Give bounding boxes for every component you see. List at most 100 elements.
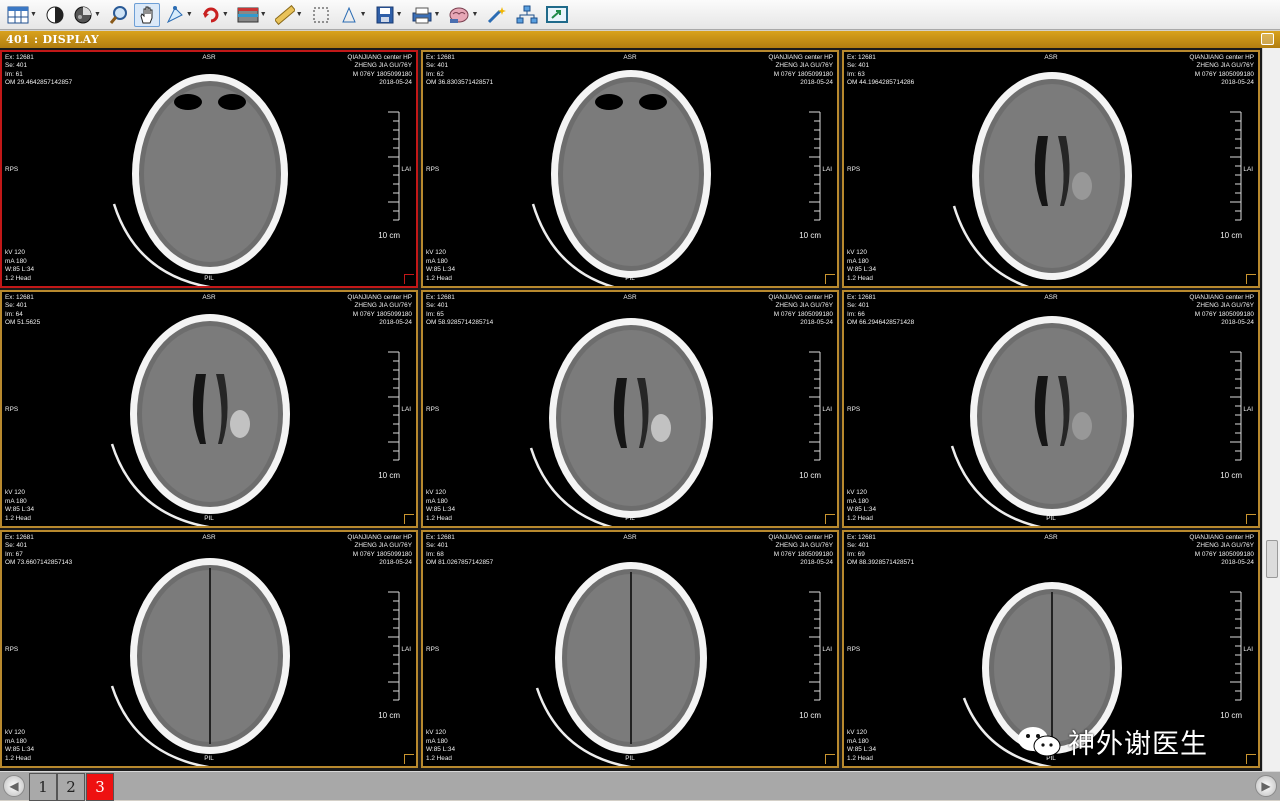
patient-name: ZHENG JIA GU/76Y: [1196, 542, 1254, 550]
brain-3d-icon: [449, 7, 469, 23]
image-number: Im: 64: [5, 310, 23, 318]
window-level: W:85 L:34: [5, 506, 35, 514]
ct-image-cell[interactable]: Ex: 12681 Se: 401 Im: 62 OM 36.830357142…: [421, 50, 839, 288]
ct-image-cell[interactable]: Ex: 12681 Se: 401 Im: 66 OM 66.294642857…: [842, 290, 1260, 528]
window-level: W:85 L:34: [426, 506, 456, 514]
scale-ruler: [388, 351, 400, 461]
cell-resize-handle[interactable]: [1246, 754, 1256, 764]
page-tab-1[interactable]: 1: [29, 773, 57, 801]
select-rect-button[interactable]: [308, 3, 334, 27]
lut-button[interactable]: ▼: [234, 3, 270, 27]
cell-resize-handle[interactable]: [825, 514, 835, 524]
slice-position: OM 58.9285714285714: [426, 319, 494, 327]
cell-resize-handle[interactable]: [404, 754, 414, 764]
ma-value: mA 180: [426, 257, 448, 265]
pan-hand-icon: [140, 6, 153, 23]
color-map-button[interactable]: ▼: [70, 3, 104, 27]
cell-resize-handle[interactable]: [825, 274, 835, 284]
orientation-bottom: PIL: [625, 274, 635, 282]
cell-resize-handle[interactable]: [404, 274, 414, 284]
vertical-scrollbar[interactable]: [1262, 48, 1280, 771]
rotate-button[interactable]: ▼: [198, 3, 232, 27]
patient-name: ZHENG JIA GU/76Y: [775, 542, 833, 550]
window-level: W:85 L:34: [847, 266, 877, 274]
slice-thickness: 1.2 Head: [847, 514, 873, 522]
acquisition-info: kV 120 mA 180 W:85 L:34 1.2 Head: [847, 729, 876, 763]
window-level: W:85 L:34: [847, 506, 877, 514]
orientation-bottom: PIL: [625, 514, 635, 522]
angle-measure-button[interactable]: ▼: [336, 3, 370, 27]
kv-value: kV 120: [847, 729, 867, 737]
cell-resize-handle[interactable]: [1246, 514, 1256, 524]
cell-resize-handle[interactable]: [825, 754, 835, 764]
orientation-left: RPS: [847, 646, 861, 653]
window-level: W:85 L:34: [426, 746, 456, 754]
export-screen-button[interactable]: [543, 3, 571, 27]
orientation-top: ASR: [202, 294, 216, 301]
orientation-right: LAI: [822, 166, 832, 173]
roi-button[interactable]: ▼: [162, 3, 196, 27]
patient-id: M 076Y 1805099180: [773, 310, 833, 318]
patient-id: M 076Y 1805099180: [352, 310, 412, 318]
triangle-measure-icon: [341, 6, 356, 22]
ct-scan-image: [529, 318, 713, 526]
slice-thickness: 1.2 Head: [426, 754, 452, 762]
scale-ruler: [388, 111, 400, 221]
viewer-title: 401 : DISPLAY: [6, 33, 100, 46]
brain-3d-button[interactable]: ▼: [445, 3, 481, 27]
network-button[interactable]: [513, 3, 541, 27]
patient-id: M 076Y 1805099180: [1194, 310, 1254, 318]
ct-image-cell[interactable]: Ex: 12681 Se: 401 Im: 63 OM 44.196428571…: [842, 50, 1260, 288]
orientation-top: ASR: [623, 294, 637, 301]
cell-resize-handle[interactable]: [404, 514, 414, 524]
ct-image-cell[interactable]: Ex: 12681 Se: 401 Im: 67 OM 73.660714285…: [0, 530, 418, 768]
study-date: 2018-05-24: [800, 79, 833, 87]
orientation-right: LAI: [1243, 166, 1253, 173]
kv-value: kV 120: [847, 489, 867, 497]
ruler-button[interactable]: ▼: [272, 3, 306, 27]
next-page-button[interactable]: ▶: [1255, 775, 1277, 797]
ct-scan-image: [950, 316, 1134, 526]
scrollbar-thumb[interactable]: [1266, 540, 1278, 578]
series-number: Se: 401: [5, 62, 28, 70]
ma-value: mA 180: [5, 497, 27, 505]
toolbar: ▼ ▼ ▼ ▼ ▼ ▼ ▼ ▼ ▼ ▼: [0, 0, 1280, 30]
acquisition-info: kV 120 mA 180 W:85 L:34 1.2 Head: [426, 249, 455, 283]
page-tab-3[interactable]: 3: [86, 773, 114, 801]
slice-position: OM 51.5625: [5, 319, 41, 327]
patient-name: ZHENG JIA GU/76Y: [1196, 302, 1254, 310]
orientation-right: LAI: [822, 646, 832, 653]
save-button[interactable]: ▼: [372, 3, 406, 27]
page-tab-2[interactable]: 2: [57, 773, 85, 801]
ct-image-cell[interactable]: Ex: 12681 Se: 401 Im: 68 OM 81.026785714…: [421, 530, 839, 768]
window-level: W:85 L:34: [426, 266, 456, 274]
series-number: Se: 401: [5, 542, 28, 550]
cell-resize-handle[interactable]: [1246, 274, 1256, 284]
series-number: Se: 401: [426, 62, 449, 70]
magic-tools-button[interactable]: [483, 3, 511, 27]
slice-position: OM 73.6607142857143: [5, 559, 73, 567]
ct-image-cell[interactable]: Ex: 12681 Se: 401 Im: 61 OM 29.464285714…: [0, 50, 418, 288]
image-number: Im: 61: [5, 70, 23, 78]
kv-value: kV 120: [426, 249, 446, 257]
ct-image-cell[interactable]: Ex: 12681 Se: 401 Im: 65 OM 58.928571428…: [421, 290, 839, 528]
page-bar: ◀ 1 2 3 ▶: [0, 771, 1280, 801]
pan-button[interactable]: [133, 2, 160, 27]
image-viewport[interactable]: Ex: 12681 Se: 401 Im: 61 OM 29.464285714…: [0, 48, 1262, 771]
slice-position: OM 36.8303571428571: [426, 79, 494, 87]
kv-value: kV 120: [426, 729, 446, 737]
acquisition-info: kV 120 mA 180 W:85 L:34 1.2 Head: [5, 489, 34, 523]
print-button[interactable]: ▼: [408, 3, 444, 27]
series-number: Se: 401: [847, 542, 870, 550]
ct-image-cell[interactable]: Ex: 12681 Se: 401 Im: 64 OM 51.5625 QIAN…: [0, 290, 418, 528]
layout-grid-button[interactable]: ▼: [4, 3, 40, 27]
contrast-button[interactable]: [42, 3, 68, 27]
window-restore-icon[interactable]: [1261, 33, 1274, 45]
scale-ruler: [1230, 111, 1242, 221]
scale-label: 10 cm: [1220, 711, 1242, 720]
acquisition-info: kV 120 mA 180 W:85 L:34 1.2 Head: [426, 489, 455, 523]
lut-icon: [237, 7, 259, 22]
orientation-bottom: PIL: [625, 754, 635, 762]
zoom-button[interactable]: [106, 3, 132, 27]
prev-page-button[interactable]: ◀: [3, 775, 25, 797]
